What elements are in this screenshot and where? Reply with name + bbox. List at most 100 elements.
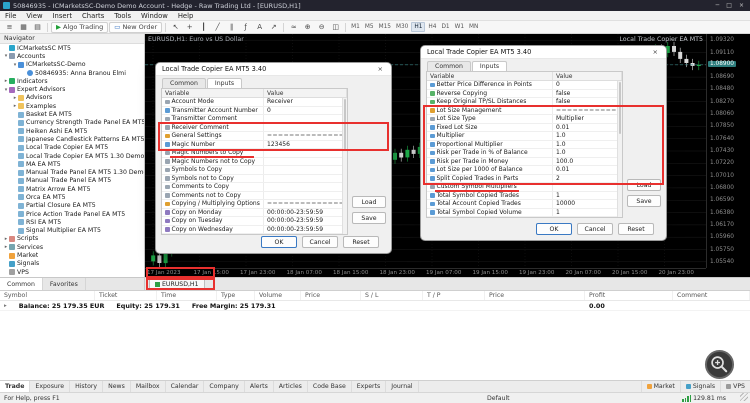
input-value[interactable]: 2: [553, 175, 622, 183]
input-row-custom-symbol-multipliers[interactable]: Custom Symbol Multipliers: [427, 183, 622, 192]
tile-windows-icon[interactable]: ◫: [329, 22, 342, 33]
input-value[interactable]: [264, 158, 347, 166]
menu-toggle-icon[interactable]: ≡: [3, 22, 16, 33]
minimize-icon[interactable]: ─: [716, 2, 720, 9]
input-row-transmitter-comment[interactable]: Transmitter Comment: [162, 115, 347, 124]
scrollbar[interactable]: [342, 98, 347, 234]
tree-item-currency-strength-trade-panel-ea-mt5[interactable]: Currency Strength Trade Panel EA MT5: [0, 119, 144, 127]
panel-tab-market[interactable]: Market: [640, 381, 680, 392]
input-value[interactable]: ==========================: [553, 107, 622, 115]
reset-button[interactable]: Reset: [618, 223, 654, 235]
input-row-account-mode[interactable]: Account Mode Receiver: [162, 98, 347, 107]
input-row-risk-per-trade-in-of-balance[interactable]: Risk per Trade in % of Balance 1.0: [427, 149, 622, 158]
input-row-fixed-lot-size[interactable]: Fixed Lot Size 0.01: [427, 123, 622, 132]
dialog-tab-common[interactable]: Common: [427, 61, 471, 71]
input-value[interactable]: 0: [264, 107, 347, 115]
column-header-s-l[interactable]: S / L: [361, 291, 423, 300]
channel-icon[interactable]: ∥: [225, 22, 238, 33]
price-axis[interactable]: 1.08900 1.093201.091101.089001.086901.08…: [706, 34, 750, 268]
tree-item-manual-trade-panel-ea-mt5-1-30-demo[interactable]: Manual Trade Panel EA MT5 1.30 Demo: [0, 168, 144, 176]
column-header-time[interactable]: Time: [157, 291, 217, 300]
input-row-risk-per-trade-in-money[interactable]: Risk per Trade in Money 100.0: [427, 157, 622, 166]
ok-button[interactable]: OK: [261, 236, 297, 248]
cursor-icon[interactable]: ↖: [169, 22, 182, 33]
close-icon[interactable]: ×: [376, 65, 385, 73]
tree-item-vps[interactable]: VPS: [0, 268, 144, 276]
balance-row[interactable]: ▸ Balance: 25 179.35 EUR Equity: 25 179.31…: [0, 301, 750, 311]
menu-view[interactable]: View: [21, 11, 47, 20]
input-value[interactable]: 1.0: [553, 149, 622, 157]
input-row-comments-to-copy[interactable]: Comments to Copy: [162, 183, 347, 192]
tree-item-japanese-candlestick-patterns-ea-mt5[interactable]: Japanese Candlestick Patterns EA MT5: [0, 135, 144, 143]
connection-status[interactable]: 129.81 ms: [682, 394, 726, 402]
tree-item-icmarketssc-mt5[interactable]: ICMarketsSC MT5: [0, 44, 144, 52]
dialog-tab-inputs[interactable]: Inputs: [206, 78, 243, 88]
input-row-magic-number[interactable]: Magic Number 123456: [162, 140, 347, 149]
chart-tab-eurusd-h1[interactable]: EURUSD,H1: [149, 278, 205, 290]
column-header-t-p[interactable]: T / P: [423, 291, 485, 300]
tree-item-scripts[interactable]: ▸ Scripts: [0, 235, 144, 243]
column-header-profit[interactable]: Profit: [585, 291, 673, 300]
save-button[interactable]: Save: [627, 195, 661, 207]
tree-item-rsi-ea-mt5[interactable]: RSI EA MT5: [0, 218, 144, 226]
input-value[interactable]: 0.01: [553, 166, 622, 174]
tree-item-examples[interactable]: ▸ Examples: [0, 102, 144, 110]
column-header-price[interactable]: Price: [301, 291, 361, 300]
input-row-magic-numbers-to-copy[interactable]: Magic Numbers to Copy: [162, 149, 347, 158]
toolbox-tab-articles[interactable]: Articles: [274, 381, 308, 392]
tree-item-indicators[interactable]: ▸ Indicators: [0, 77, 144, 85]
scrollbar[interactable]: [617, 81, 622, 217]
arrow-tool-icon[interactable]: ↗: [267, 22, 280, 33]
input-row-reverse-copying[interactable]: Reverse Copying false: [427, 89, 622, 98]
dialog-titlebar[interactable]: Local Trade Copier EA MT5 3.40 ×: [156, 63, 391, 76]
tree-item-partial-closure-ea-mt5[interactable]: Partial Closure EA MT5: [0, 202, 144, 210]
input-row-lot-size-type[interactable]: Lot Size Type Multiplier: [427, 115, 622, 124]
new-order-button[interactable]: ▭ New Order: [109, 21, 163, 33]
column-header-type[interactable]: Type: [217, 291, 255, 300]
tree-item-heiken-ashi-ea-mt5[interactable]: Heiken Ashi EA MT5: [0, 127, 144, 135]
input-value[interactable]: 00:00:00-23:59:59: [264, 209, 347, 217]
input-row-copy-on-tuesday[interactable]: Copy on Tuesday 00:00:00-23:59:59: [162, 217, 347, 226]
input-value[interactable]: 1: [553, 209, 622, 217]
input-row-lot-size-management[interactable]: Lot Size Management =====================…: [427, 106, 622, 115]
input-row-comments-not-to-copy[interactable]: Comments not to Copy: [162, 191, 347, 200]
resize-grip[interactable]: [740, 393, 748, 401]
input-value[interactable]: 1: [553, 192, 622, 200]
input-value[interactable]: 00:00:00-23:59:59: [264, 226, 347, 234]
input-value[interactable]: [553, 183, 622, 191]
input-row-copy-on-monday[interactable]: Copy on Monday 00:00:00-23:59:59: [162, 208, 347, 217]
tree-item-local-trade-copier-ea-mt5[interactable]: Local Trade Copier EA MT5: [0, 144, 144, 152]
timeframe-w1[interactable]: W1: [453, 22, 466, 32]
input-value[interactable]: [264, 115, 347, 123]
ok-button[interactable]: OK: [536, 223, 572, 235]
reset-button[interactable]: Reset: [343, 236, 379, 248]
load-button[interactable]: Load: [627, 179, 661, 191]
dialog-tab-common[interactable]: Common: [162, 78, 206, 88]
toolbox-tab-mailbox[interactable]: Mailbox: [131, 381, 166, 392]
crosshair-icon[interactable]: +: [183, 22, 196, 33]
input-value[interactable]: false: [553, 90, 622, 98]
zoom-in-icon[interactable]: ⊕: [301, 22, 314, 33]
column-header-comment[interactable]: Comment: [673, 291, 750, 300]
input-row-magic-numbers-not-to-copy[interactable]: Magic Numbers not to Copy: [162, 157, 347, 166]
balance-expand-icon[interactable]: ▸: [4, 303, 7, 309]
tree-item-basket-ea-mt5[interactable]: Basket EA MT5: [0, 110, 144, 118]
menu-insert[interactable]: Insert: [48, 11, 78, 20]
vertical-line-icon[interactable]: ┃: [197, 22, 210, 33]
profiles-icon[interactable]: ▤: [31, 22, 44, 33]
navigator-tab-common[interactable]: Common: [0, 278, 43, 290]
new-chart-icon[interactable]: ▦: [17, 22, 30, 33]
input-value[interactable]: 10000: [553, 200, 622, 208]
close-icon[interactable]: ×: [739, 2, 744, 9]
input-value[interactable]: 100.0: [553, 158, 622, 166]
tree-item-50846935-anna-branou-elmi[interactable]: 50846935: Anna Branou Elmi: [0, 69, 144, 77]
cancel-button[interactable]: Cancel: [302, 236, 338, 248]
tree-item-signal-multiplier-ea-mt5[interactable]: Signal Multiplier EA MT5: [0, 227, 144, 235]
toolbox-tab-code-base[interactable]: Code Base: [308, 381, 352, 392]
input-value[interactable]: [264, 149, 347, 157]
input-value[interactable]: 123456: [264, 141, 347, 149]
dialog-titlebar[interactable]: Local Trade Copier EA MT5 3.40 ×: [421, 46, 666, 59]
timeframe-mn[interactable]: MN: [467, 22, 480, 32]
toolbox-tab-trade[interactable]: Trade: [0, 381, 31, 392]
toolbox-tab-experts[interactable]: Experts: [352, 381, 387, 392]
